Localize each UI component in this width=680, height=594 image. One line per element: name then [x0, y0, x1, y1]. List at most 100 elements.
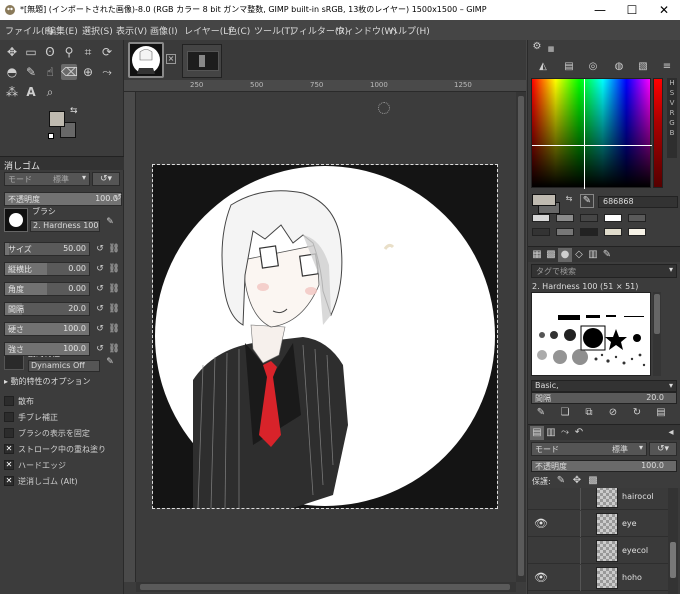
link-icon[interactable]: ⛓	[108, 263, 120, 275]
crop-icon[interactable]: ⌗	[80, 44, 96, 60]
layer-row[interactable]: hairocol	[528, 488, 678, 510]
link-icon[interactable]: ⛓	[108, 323, 120, 335]
opacity-slider[interactable]: 不透明度 100.0	[4, 192, 122, 206]
close-tab-icon[interactable]: ×	[166, 54, 176, 64]
hex-color-field[interactable]: 686868	[598, 196, 678, 208]
layers-list[interactable]: hairocol 👁 eye eyecol 👁 hoho	[528, 488, 680, 594]
patterns-tab-icon[interactable]: ▩	[544, 248, 558, 262]
swap-icon[interactable]: ⇆	[562, 192, 576, 206]
history-swatch[interactable]	[532, 214, 550, 222]
fuzzy-select-icon[interactable]: ⚲	[61, 44, 77, 60]
history-swatch[interactable]	[556, 214, 574, 222]
menu-windows[interactable]: ウィンドウ(W)	[336, 24, 397, 37]
eraser-icon[interactable]: ⌫	[61, 64, 78, 80]
menu-image[interactable]: 画像(I)	[150, 24, 178, 37]
edit-brush-icon[interactable]: ✎	[104, 216, 116, 228]
reset-icon[interactable]: ↺	[94, 323, 106, 335]
bucket-fill-icon[interactable]: ◓	[4, 64, 20, 80]
open-brush-button[interactable]: ▤	[654, 406, 668, 420]
paint-dynamics-tab-icon[interactable]: ✎	[600, 248, 614, 262]
brush-name-field[interactable]: 2. Hardness 100	[30, 220, 100, 232]
reset-icon[interactable]: ↺	[94, 343, 106, 355]
visibility-eye-icon[interactable]: 👁	[534, 517, 550, 531]
new-brush-button[interactable]: ❏	[558, 406, 572, 420]
spacing-slider[interactable]: 間隔 20.0	[4, 302, 90, 316]
chain-link-icon[interactable]	[562, 571, 574, 583]
color-tab-triangle-icon[interactable]: ◍	[612, 60, 626, 74]
foreground-color-swatch[interactable]	[49, 111, 65, 127]
lock-alpha-icon[interactable]: ▩	[586, 474, 600, 488]
panel-foreground-swatch[interactable]	[532, 194, 556, 206]
history-swatch[interactable]	[556, 228, 574, 236]
aspect-slider[interactable]: 縦横比 0.00	[4, 262, 90, 276]
option-checkbox[interactable]	[4, 428, 14, 438]
color-picker-icon[interactable]: ⁂	[4, 84, 20, 100]
option-checkbox[interactable]	[4, 396, 14, 406]
dock-menu-icon[interactable]: ◂	[664, 426, 678, 440]
opacity-reset-icon[interactable]: ↺	[112, 192, 124, 204]
brush-tag-field[interactable]: Basic, ▾	[531, 380, 677, 392]
angle-slider[interactable]: 角度 0.00	[4, 282, 90, 296]
layer-row[interactable]: 👁 eye	[528, 511, 678, 537]
history-swatch[interactable]	[628, 228, 646, 236]
transform-icon[interactable]: ⟳	[99, 44, 115, 60]
layers-scrollbar-thumb[interactable]	[670, 542, 676, 578]
image-tab-active[interactable]	[128, 42, 164, 78]
dynamics-options-expander[interactable]: ▸ 動的特性のオプション	[4, 376, 91, 387]
color-tab-wheel-icon[interactable]: ◎	[586, 60, 600, 74]
history-swatch[interactable]	[628, 214, 646, 222]
chain-link-icon[interactable]	[562, 490, 574, 502]
move-tool-icon[interactable]: ✥	[4, 44, 20, 60]
brush-grid[interactable]	[531, 292, 651, 376]
menu-edit[interactable]: 編集(E)	[47, 24, 78, 37]
layer-row[interactable]: 👁 hoho	[528, 565, 678, 591]
layer-row[interactable]: eyecol	[528, 538, 678, 564]
color-tab-scales-icon[interactable]: ≡	[660, 60, 674, 74]
history-swatch[interactable]	[532, 228, 550, 236]
horizontal-scrollbar[interactable]	[136, 582, 516, 592]
color-tab-cmyk-icon[interactable]: ▤	[562, 60, 576, 74]
vertical-scrollbar[interactable]	[516, 92, 526, 582]
delete-brush-button[interactable]: ⊘	[606, 406, 620, 420]
rect-select-icon[interactable]: ▭	[23, 44, 39, 60]
layer-mode-select[interactable]: モード 標準 ▾	[531, 442, 647, 456]
mode-reset-button[interactable]: ↺▾	[92, 172, 120, 186]
mode-select[interactable]: モード 標準 ▾	[4, 172, 90, 186]
link-icon[interactable]: ⛓	[108, 303, 120, 315]
history-swatch[interactable]	[580, 228, 598, 236]
clone-icon[interactable]: ⊕	[80, 64, 96, 80]
brush-tab-active-icon[interactable]: ●	[558, 248, 572, 262]
menu-layer[interactable]: レイヤー(L)	[184, 24, 232, 37]
reset-icon[interactable]: ↺	[94, 243, 106, 255]
close-button[interactable]: ✕	[648, 0, 680, 20]
link-icon[interactable]: ⛓	[108, 343, 120, 355]
color-tab-watercolor-icon[interactable]: ▧	[636, 60, 650, 74]
force-slider[interactable]: 強さ 100.0	[4, 342, 90, 356]
lock-pixels-icon[interactable]: ✎	[554, 474, 568, 488]
smudge-icon[interactable]: ☝	[42, 64, 58, 80]
fonts-tab-icon[interactable]: ◇	[572, 248, 586, 262]
lasso-icon[interactable]: ʘ	[42, 44, 58, 60]
brush-grid-scrollbar[interactable]	[653, 292, 661, 376]
channels-tab-icon[interactable]: ▥	[544, 426, 558, 440]
history-swatch[interactable]	[604, 228, 622, 236]
brush-spacing-slider[interactable]: 間隔 20.0	[531, 392, 677, 404]
option-checkbox[interactable]: ✕	[4, 476, 14, 486]
color-selector-square[interactable]	[531, 78, 652, 189]
history-swatch[interactable]	[604, 214, 622, 222]
gradient-tab-icon[interactable]: ▥	[586, 248, 600, 262]
eyedropper-icon[interactable]: ✎	[580, 194, 594, 208]
image-canvas[interactable]	[152, 164, 498, 509]
visibility-eye-icon[interactable]	[534, 490, 550, 504]
link-icon[interactable]: ⛓	[108, 283, 120, 295]
color-channel-strip[interactable]	[653, 78, 663, 188]
menu-file[interactable]: ファイル(F)	[5, 24, 53, 37]
chain-link-icon[interactable]	[562, 517, 574, 529]
brushes-tab-icon[interactable]: ▦	[530, 248, 544, 262]
option-checkbox[interactable]	[4, 412, 14, 422]
edit-dynamics-icon[interactable]: ✎	[104, 356, 116, 368]
brush-preview[interactable]	[4, 208, 28, 232]
visibility-eye-icon[interactable]	[534, 544, 550, 558]
reset-icon[interactable]: ↺	[94, 283, 106, 295]
paintbrush-icon[interactable]: ✎	[23, 64, 39, 80]
